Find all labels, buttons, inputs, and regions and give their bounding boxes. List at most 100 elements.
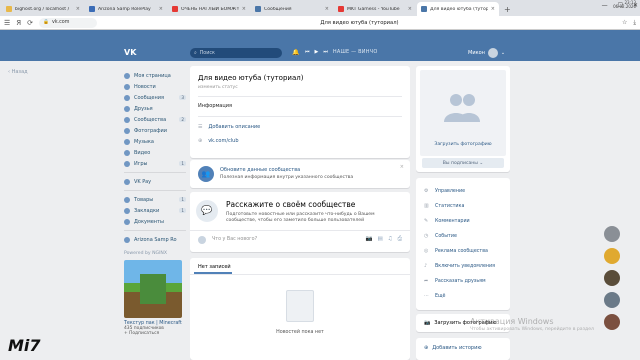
manage-menu-item[interactable]: ◷ Событие	[424, 233, 457, 239]
tab-close-icon[interactable]: ×	[159, 6, 163, 12]
avatar[interactable]	[604, 248, 620, 264]
notifications-bell-icon[interactable]: 🔔	[292, 49, 299, 56]
wall-card: Нет записей Новостей пока нет	[190, 258, 410, 360]
sidebar-item[interactable]: Сообщества 2	[124, 114, 186, 125]
sidebar-item[interactable]: Сообщения 3	[124, 92, 186, 103]
post-tools: 📷 ▤ ♫ ⎙	[366, 236, 402, 243]
manage-menu-item[interactable]: ⋯ Ещё	[424, 293, 446, 299]
manage-menu-item[interactable]: ▥ Статистика	[424, 203, 464, 209]
new-tab-button[interactable]: +	[500, 5, 515, 16]
menu-item-icon: ▥	[424, 203, 429, 209]
sidebar-item[interactable]: Новости	[124, 81, 186, 92]
nav-icon	[124, 72, 130, 79]
nav-icon	[124, 116, 130, 123]
nav-icon	[124, 207, 130, 214]
browser-tab[interactable]: bighost.org / localhost / ×	[2, 2, 84, 16]
nav-divider	[124, 190, 186, 191]
manage-menu-item[interactable]: ⚙ Управление	[424, 188, 465, 194]
avatar[interactable]	[604, 292, 620, 308]
divider	[198, 96, 402, 97]
nav-icon	[124, 94, 130, 101]
add-history-card[interactable]: ⊕ Добавить историю	[416, 338, 510, 360]
sidebar-item[interactable]: Музыка	[124, 136, 186, 147]
list-icon: ☰	[198, 124, 203, 130]
tell-desc: Подготовьте новостные или рассказите что…	[226, 212, 375, 224]
user-menu[interactable]: Микон ⌄	[468, 48, 505, 58]
sidebar-item[interactable]: Arizona Samp Ro	[124, 234, 186, 245]
count-badge: 2	[179, 117, 186, 122]
tell-title[interactable]: Расскажите о своём сообществе	[226, 200, 355, 209]
nav-icon	[124, 138, 130, 145]
group-link-row[interactable]: ⊕ vk.com/club	[198, 138, 239, 144]
empty-document-icon	[286, 290, 314, 322]
tab-close-icon[interactable]: ×	[242, 6, 246, 12]
browser-tab[interactable]: Сообщения ×	[251, 2, 333, 16]
back-link[interactable]: ‹ Назад	[8, 69, 28, 75]
attach-icon[interactable]: ⎙	[398, 236, 402, 243]
sidebar-item[interactable]: Друзья	[124, 103, 186, 114]
post-input[interactable]: Что у Вас нового?	[212, 237, 257, 242]
wall-tab[interactable]: Нет записей	[198, 264, 231, 270]
player-track[interactable]: НАШЕ — ВИНЧО	[333, 49, 378, 55]
attach-icon[interactable]: ▤	[377, 236, 382, 243]
nav-icon	[124, 178, 130, 185]
sidebar-item-label: VK Pay	[134, 178, 152, 185]
count-badge: 3	[179, 95, 186, 100]
browser-tab[interactable]: Для видео ютуба (туторі ×	[417, 2, 499, 16]
avatar[interactable]	[604, 314, 620, 330]
close-icon[interactable]: ×	[400, 164, 404, 170]
divider	[198, 116, 402, 117]
sidebar-item[interactable]: Товары 1	[124, 194, 186, 205]
sidebar-item[interactable]: VK Pay	[124, 176, 186, 187]
promo-subscribe[interactable]: + Подписаться	[124, 331, 186, 336]
sidebar-item-label: Музыка	[134, 138, 154, 145]
menu-item-label: Включить уведомления	[435, 263, 496, 269]
search-input[interactable]: ⌕ Поиск	[190, 48, 282, 58]
favicon-icon	[6, 6, 12, 12]
minimize-icon[interactable]: —	[602, 2, 608, 9]
tab-close-icon[interactable]: ×	[76, 6, 80, 12]
sidebar-item[interactable]: Моя страница	[124, 70, 186, 81]
next-icon[interactable]: ⏭	[323, 49, 328, 55]
attach-icon[interactable]: 📷	[366, 236, 373, 243]
yandex-icon[interactable]: Я	[16, 19, 21, 27]
manage-menu-item[interactable]: ◎ Реклама сообщества	[424, 248, 488, 254]
favicon-icon	[255, 6, 261, 12]
avatar	[487, 48, 498, 58]
vk-logo[interactable]: VK	[124, 48, 136, 57]
download-icon[interactable]: ⤓	[633, 19, 636, 27]
tab-close-icon[interactable]: ×	[325, 6, 329, 12]
page-title: Для видео ютуба (туториал)	[320, 19, 399, 26]
sidebar-item[interactable]: Документы	[124, 216, 186, 227]
refresh-icon[interactable]: ⟳	[27, 19, 33, 27]
favicon-icon	[421, 6, 427, 12]
update-community-banner[interactable]: 👥 Обновите данные сообщества Полезная ин…	[190, 160, 410, 188]
manage-menu-item[interactable]: ➦ Рассказать друзьям	[424, 278, 486, 284]
attach-icon[interactable]: ♫	[388, 236, 393, 243]
menu-icon[interactable]: ☰	[4, 19, 10, 27]
sidebar-item-label: Закладки	[134, 207, 160, 214]
tab-close-icon[interactable]: ×	[408, 6, 412, 12]
add-description-row[interactable]: ☰ Добавить описание	[198, 124, 260, 130]
browser-tab[interactable]: ОЧЕНЬ НАГЛЫЙ БОМЖ!! ×	[168, 2, 250, 16]
sidebar-item[interactable]: Видео	[124, 147, 186, 158]
url-field[interactable]: 🔒 vk.com	[39, 17, 98, 28]
browser-tab[interactable]: MKT Gamess - YouTube ×	[334, 2, 416, 16]
subscribed-button[interactable]: Вы подписаны ⌄	[422, 158, 504, 168]
prev-icon[interactable]: ⏮	[305, 49, 310, 55]
avatar[interactable]	[604, 226, 620, 242]
upload-photo-link[interactable]: Загрузить фотографию	[420, 142, 506, 147]
sidebar-item[interactable]: Игры 1	[124, 158, 186, 169]
bookmark-icon[interactable]: ☆	[622, 19, 627, 27]
manage-menu-item[interactable]: ♪ Включить уведомления	[424, 263, 495, 269]
sidebar-item[interactable]: Закладки 1	[124, 205, 186, 216]
avatar[interactable]	[604, 270, 620, 286]
manage-menu-item[interactable]: ✎ Комментарии	[424, 218, 470, 224]
menu-item-label: Событие	[435, 233, 457, 239]
group-status[interactable]: изменить статус	[198, 85, 238, 90]
tab-close-icon[interactable]: ×	[491, 6, 495, 12]
sidebar-item[interactable]: Фотографии	[124, 125, 186, 136]
play-icon[interactable]: ▶	[315, 49, 319, 55]
promo-image[interactable]	[124, 260, 182, 318]
browser-tab[interactable]: Arizona Samp RolePlay ×	[85, 2, 167, 16]
